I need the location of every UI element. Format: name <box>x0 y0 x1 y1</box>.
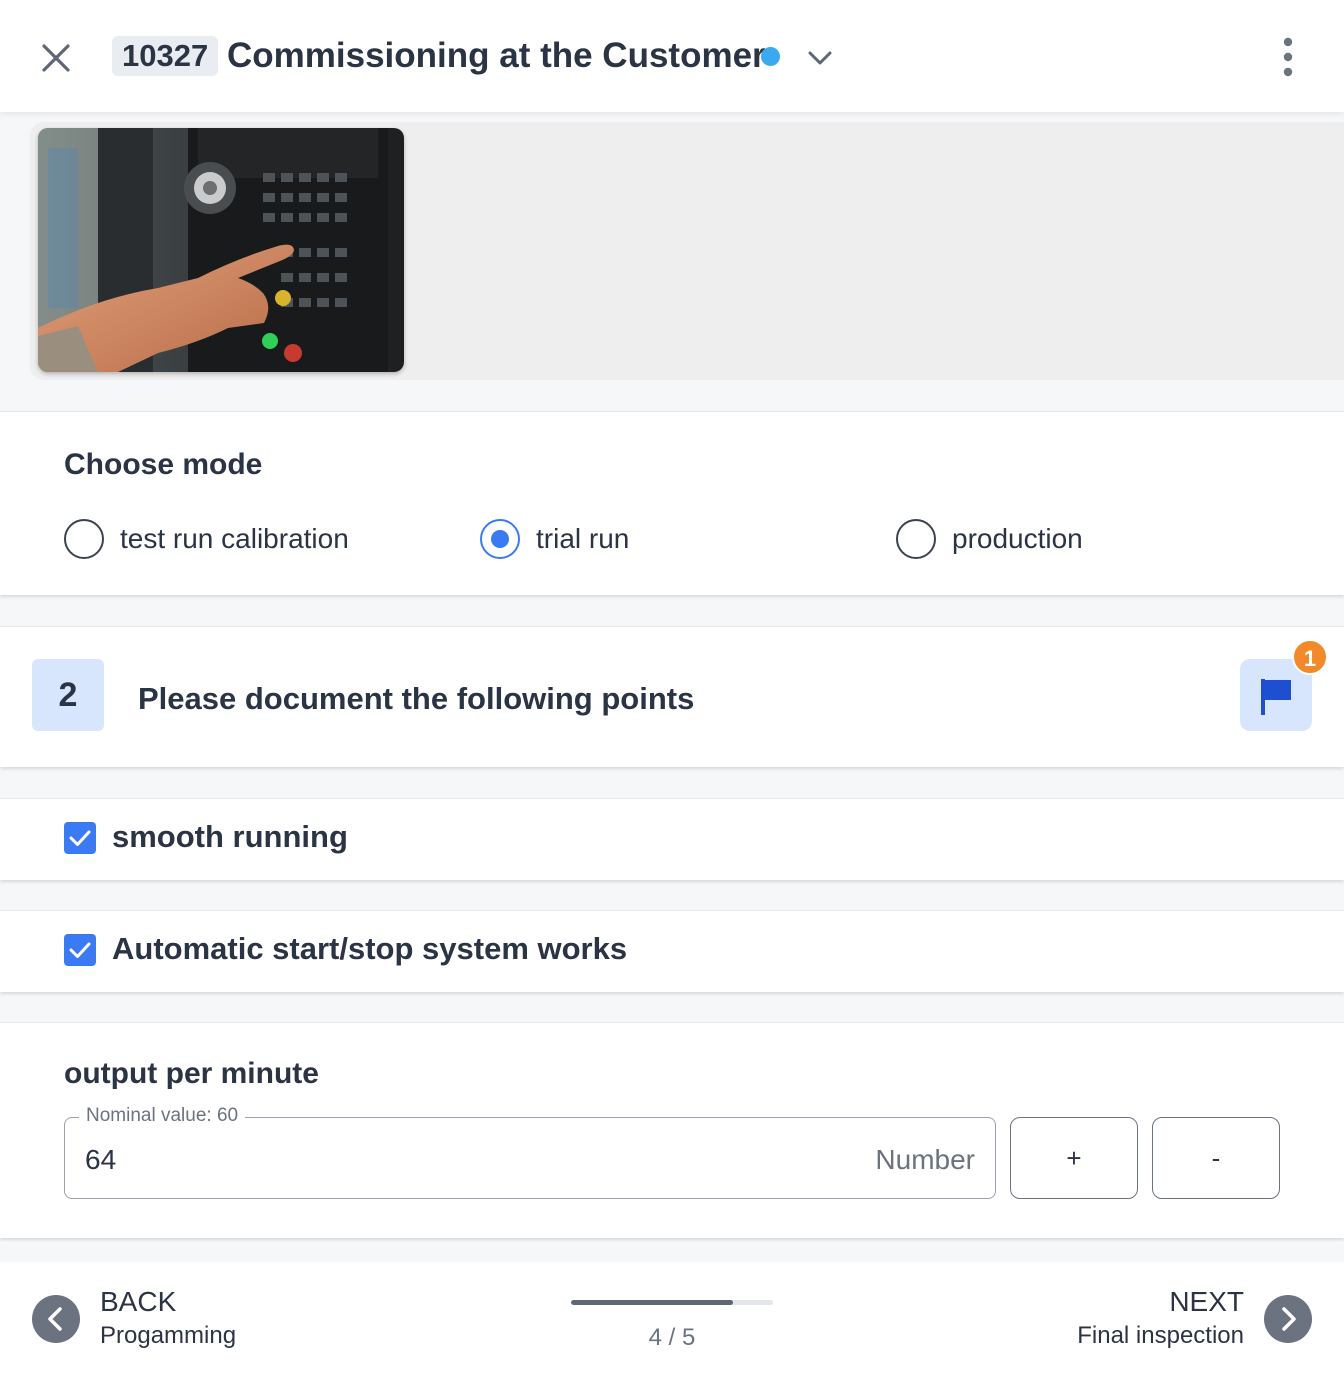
check-label: smooth running <box>112 819 348 854</box>
step-header-card: 2 Please document the following points <box>0 626 1344 767</box>
radio-label: test run calibration <box>120 523 349 554</box>
radio-checked-icon[interactable] <box>480 519 520 559</box>
back-step-name: Progamming <box>100 1322 237 1349</box>
top-bar: 10327 Commissioning at the Customer <box>0 0 1344 112</box>
flag-count-badge: 1 <box>1292 639 1328 675</box>
image-panel <box>30 122 1344 380</box>
radio-unchecked-icon[interactable] <box>896 519 936 559</box>
increment-button[interactable]: + <box>1010 1117 1138 1199</box>
status-dot <box>761 47 780 66</box>
control-panel-photo[interactable] <box>38 128 404 372</box>
output-number-field[interactable]: Nominal value: 60 Number <box>64 1105 996 1199</box>
check-item-start-stop: Automatic start/stop system works <box>0 910 1344 992</box>
chevron-left-icon <box>48 1307 62 1331</box>
progress-bar <box>571 1300 773 1305</box>
footer-nav: BACK Progamming 4 / 5 NEXT Final inspect… <box>0 1262 1344 1374</box>
choose-mode-title: Choose mode <box>64 448 263 481</box>
next-button[interactable] <box>1264 1295 1312 1343</box>
radio-unchecked-icon[interactable] <box>64 519 104 559</box>
back-label[interactable]: BACK <box>100 1286 176 1318</box>
decrement-button[interactable]: - <box>1152 1117 1280 1199</box>
checkbox-checked-icon[interactable] <box>64 934 96 966</box>
radio-test-run-calibration[interactable]: test run calibration <box>64 518 349 560</box>
radio-label: trial run <box>536 523 630 554</box>
more-vertical-icon[interactable] <box>1272 36 1304 78</box>
output-per-minute-card: output per minute Nominal value: 60 Numb… <box>0 1022 1344 1238</box>
output-value-input[interactable] <box>85 1144 685 1176</box>
next-label[interactable]: NEXT <box>1169 1286 1244 1318</box>
chevron-down-icon[interactable] <box>804 42 836 74</box>
radio-production[interactable]: production <box>896 518 1083 560</box>
nominal-value-legend: Nominal value: 60 <box>79 1105 246 1127</box>
chevron-right-icon <box>1282 1307 1296 1331</box>
progress-fill <box>571 1300 733 1305</box>
radio-label: production <box>952 523 1083 554</box>
step-number: 2 <box>32 659 104 731</box>
check-label: Automatic start/stop system works <box>112 931 628 966</box>
page-title: Commissioning at the Customer <box>227 36 766 75</box>
step-title: Please document the following points <box>138 681 695 716</box>
choose-mode-card: Choose mode test run calibration trial r… <box>0 411 1344 595</box>
unit-label: Number <box>875 1144 975 1175</box>
checkbox-checked-icon[interactable] <box>64 822 96 854</box>
check-item-smooth-running: smooth running <box>0 798 1344 880</box>
output-title: output per minute <box>64 1057 319 1090</box>
progress-text: 4 / 5 <box>648 1324 696 1351</box>
record-id-chip: 10327 <box>112 36 219 76</box>
next-step-name: Final inspection <box>1077 1322 1244 1349</box>
back-button[interactable] <box>32 1295 80 1343</box>
radio-trial-run[interactable]: trial run <box>480 518 629 560</box>
close-icon[interactable] <box>36 38 76 78</box>
